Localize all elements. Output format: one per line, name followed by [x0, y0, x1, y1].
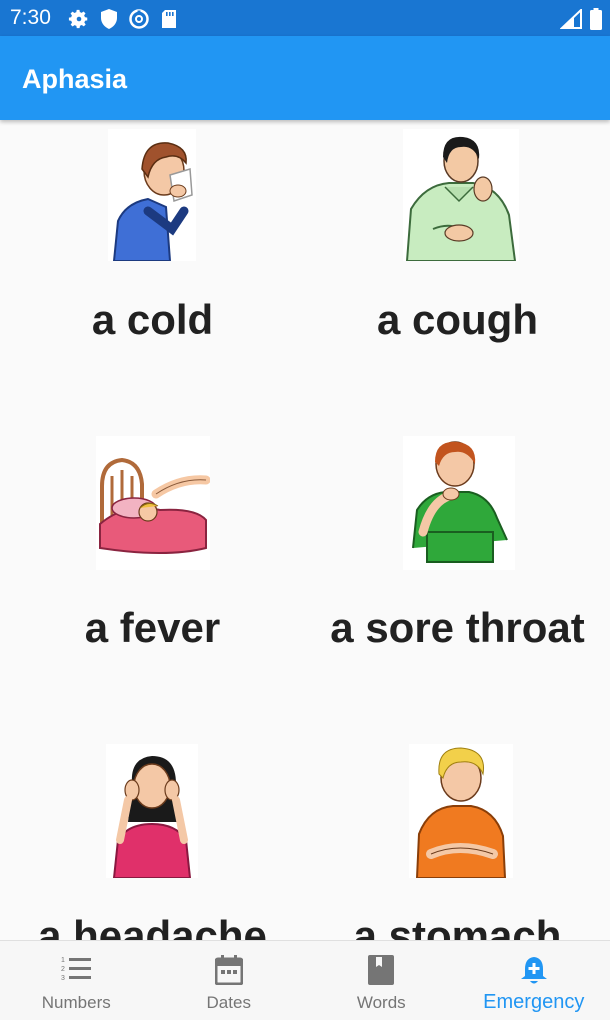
headache-illustration [106, 744, 198, 878]
app-title: Aphasia [22, 64, 128, 94]
nav-label: Numbers [41, 993, 111, 1012]
svg-text:3: 3 [61, 975, 65, 981]
cold-illustration [108, 129, 196, 261]
shield-icon [100, 8, 118, 30]
data-saver-icon [128, 8, 150, 30]
calendar-icon [214, 955, 243, 985]
symptom-card-stomach[interactable]: a stomach [305, 736, 610, 940]
symptom-label: a cough [376, 296, 538, 343]
nav-label: Dates [206, 993, 251, 1012]
symptom-label: a fever [84, 604, 221, 651]
numbered-list-icon: 1 2 3 [61, 957, 92, 981]
symptom-card-cold[interactable]: a cold [0, 120, 305, 428]
svg-text:1: 1 [61, 957, 65, 964]
sd-card-icon [160, 9, 178, 29]
symptom-card-cough[interactable]: a cough [305, 120, 610, 428]
settings-icon [68, 8, 90, 30]
nav-numbers[interactable]: 1 2 3 Numbers [0, 941, 153, 1020]
symptom-label: a cold [91, 296, 214, 343]
stomach-illustration [409, 744, 513, 878]
nav-label: Emergency [483, 991, 585, 1013]
symptom-label: a sore throat [330, 604, 585, 651]
sore-throat-illustration [403, 436, 515, 570]
status-time: 7:30 [10, 6, 51, 29]
bottom-navigation: 1 2 3 Numbers Dates Words Emergency [0, 940, 610, 1020]
nav-dates[interactable]: Dates [153, 941, 306, 1020]
symptom-card-sore-throat[interactable]: a sore throat [305, 428, 610, 736]
symptom-label: a headache [38, 912, 267, 940]
bell-plus-icon [520, 957, 547, 984]
book-icon [368, 955, 395, 985]
nav-words[interactable]: Words [305, 941, 458, 1020]
symptom-grid[interactable]: a cold a cough a fever a sore throat a h… [0, 120, 610, 940]
symptom-card-headache[interactable]: a headache [0, 736, 305, 940]
nav-label: Words [356, 993, 406, 1012]
nav-emergency[interactable]: Emergency [458, 941, 610, 1020]
app-bar: Aphasia [0, 36, 610, 120]
battery-icon [590, 8, 602, 30]
cough-illustration [403, 129, 519, 261]
svg-text:2: 2 [61, 966, 65, 973]
fever-illustration [96, 436, 210, 570]
status-bar: 7:30 [0, 0, 610, 36]
symptom-label: a stomach [353, 912, 562, 940]
symptom-card-fever[interactable]: a fever [0, 428, 305, 736]
signal-icon [560, 9, 582, 29]
